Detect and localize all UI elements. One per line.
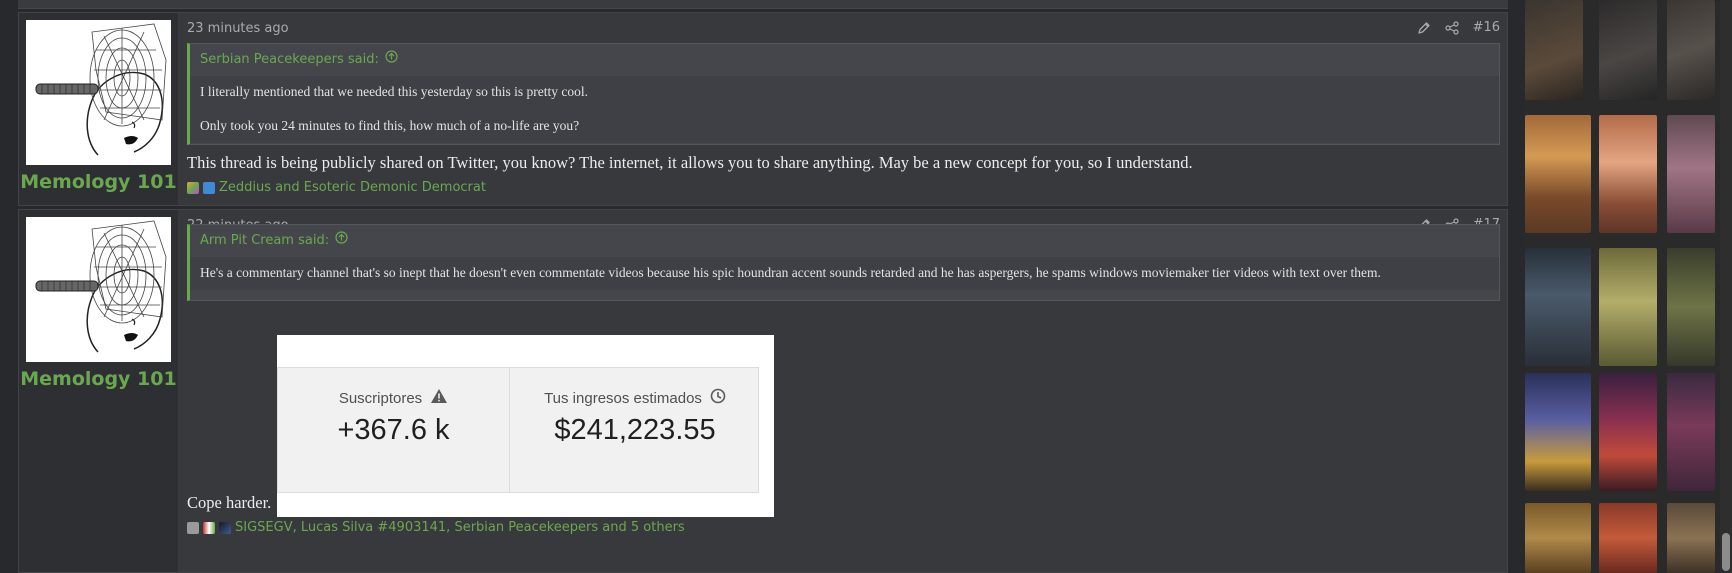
- reactions-text[interactable]: Zeddius and Esoteric Demonic Democrat: [219, 180, 486, 195]
- quote-body: He's a commentary channel that's so inep…: [190, 257, 1499, 290]
- stat-value: +367.6 k: [337, 414, 450, 446]
- thumbnail[interactable]: [1525, 503, 1591, 573]
- subscribers-stat: Suscriptores +367.6 k: [278, 368, 509, 492]
- quote-line: Only took you 24 minutes to find this, h…: [200, 118, 580, 133]
- share-icon[interactable]: [1444, 20, 1459, 35]
- previous-post-edge: [18, 0, 1508, 9]
- thumbnail[interactable]: [1667, 503, 1715, 573]
- user-cell: Memology 101: [19, 13, 178, 205]
- clock-icon: [710, 388, 726, 408]
- post-message: Cope harder.: [187, 493, 272, 512]
- warning-icon: [430, 388, 448, 408]
- quote-line: I literally mentioned that we needed thi…: [200, 84, 589, 99]
- stat-label: Tus ingresos estimados: [544, 389, 702, 407]
- thumbnail[interactable]: [1599, 0, 1657, 100]
- quote-block: Serbian Peacekeepers said: I literally m…: [187, 43, 1500, 145]
- user-cell: Memology 101: [19, 210, 178, 572]
- stat-label: Suscriptores: [338, 389, 423, 407]
- post: Memology 101 23 minutes ago #16 Serbian …: [18, 12, 1508, 206]
- quote-author[interactable]: Arm Pit Cream said:: [200, 225, 329, 257]
- thumbnail[interactable]: [1599, 373, 1657, 491]
- thumbnail[interactable]: [1525, 0, 1583, 100]
- revenue-stat: Tus ingresos estimados $241,223.55: [510, 368, 760, 492]
- avatar[interactable]: [26, 217, 171, 362]
- thumbnail[interactable]: [1599, 503, 1657, 573]
- post: Memology 101 22 minutes ago #17 Arm Pit …: [18, 209, 1508, 573]
- avatar[interactable]: [26, 20, 171, 165]
- reaction-icon: [187, 521, 199, 534]
- quote-body: I literally mentioned that we needed thi…: [190, 76, 1499, 143]
- thumbnail[interactable]: [1525, 373, 1591, 491]
- quote-line: He's a commentary channel that's so inep…: [200, 265, 1381, 280]
- thread-column: Memology 101 23 minutes ago #16 Serbian …: [0, 0, 1525, 573]
- thumbnail[interactable]: [1525, 248, 1591, 366]
- post-number[interactable]: #16: [1473, 20, 1500, 35]
- reactions-text[interactable]: SIGSEGV, Lucas Silva #4903141, Serbian P…: [235, 520, 685, 535]
- pencil-icon[interactable]: [1417, 21, 1431, 35]
- reaction-icon: [219, 521, 231, 534]
- scrollbar-thumb[interactable]: [1722, 533, 1730, 571]
- quote-header[interactable]: Serbian Peacekeepers said:: [190, 44, 1499, 76]
- arrow-up-circle-icon[interactable]: [335, 225, 348, 257]
- reaction-icon: [203, 521, 215, 534]
- username[interactable]: Memology 101: [19, 171, 178, 193]
- thumbnail[interactable]: [1667, 248, 1715, 366]
- stats-card: Suscriptores +367.6 k Tus ingresos estim…: [277, 367, 759, 493]
- post-message: This thread is being publicly shared on …: [187, 153, 1193, 172]
- thumbs-up-icon: [203, 181, 215, 194]
- quote-block: Arm Pit Cream said: He's a commentary ch…: [187, 224, 1500, 301]
- embedded-image[interactable]: Suscriptores +367.6 k Tus ingresos estim…: [277, 335, 774, 517]
- reactions-bar[interactable]: SIGSEGV, Lucas Silva #4903141, Serbian P…: [187, 520, 685, 535]
- quote-header[interactable]: Arm Pit Cream said:: [190, 225, 1499, 257]
- username[interactable]: Memology 101: [19, 368, 178, 390]
- stat-value: $241,223.55: [554, 414, 716, 446]
- sidebar-thumbnails: [1525, 0, 1732, 573]
- post-content: 22 minutes ago #17 Arm Pit Cream said:: [187, 210, 1500, 572]
- post-actions: #16: [1417, 20, 1500, 35]
- post-time[interactable]: 23 minutes ago: [187, 21, 289, 36]
- thumbnail[interactable]: [1525, 115, 1591, 233]
- post-content: 23 minutes ago #16 Serbian Peacekeepers …: [187, 13, 1500, 205]
- scrollbar[interactable]: [1720, 0, 1732, 573]
- thumbnail[interactable]: [1599, 115, 1657, 233]
- thumbnail[interactable]: [1667, 115, 1715, 233]
- reactions-bar[interactable]: Zeddius and Esoteric Demonic Democrat: [187, 180, 486, 195]
- avatar-image: [26, 217, 171, 362]
- avatar-image: [26, 20, 171, 165]
- thumbnail[interactable]: [1667, 0, 1715, 100]
- thumbnail[interactable]: [1667, 373, 1715, 491]
- thumbnail[interactable]: [1599, 248, 1657, 366]
- reaction-icon: [187, 181, 199, 194]
- quote-author[interactable]: Serbian Peacekeepers said:: [200, 44, 379, 76]
- arrow-up-circle-icon[interactable]: [385, 44, 398, 76]
